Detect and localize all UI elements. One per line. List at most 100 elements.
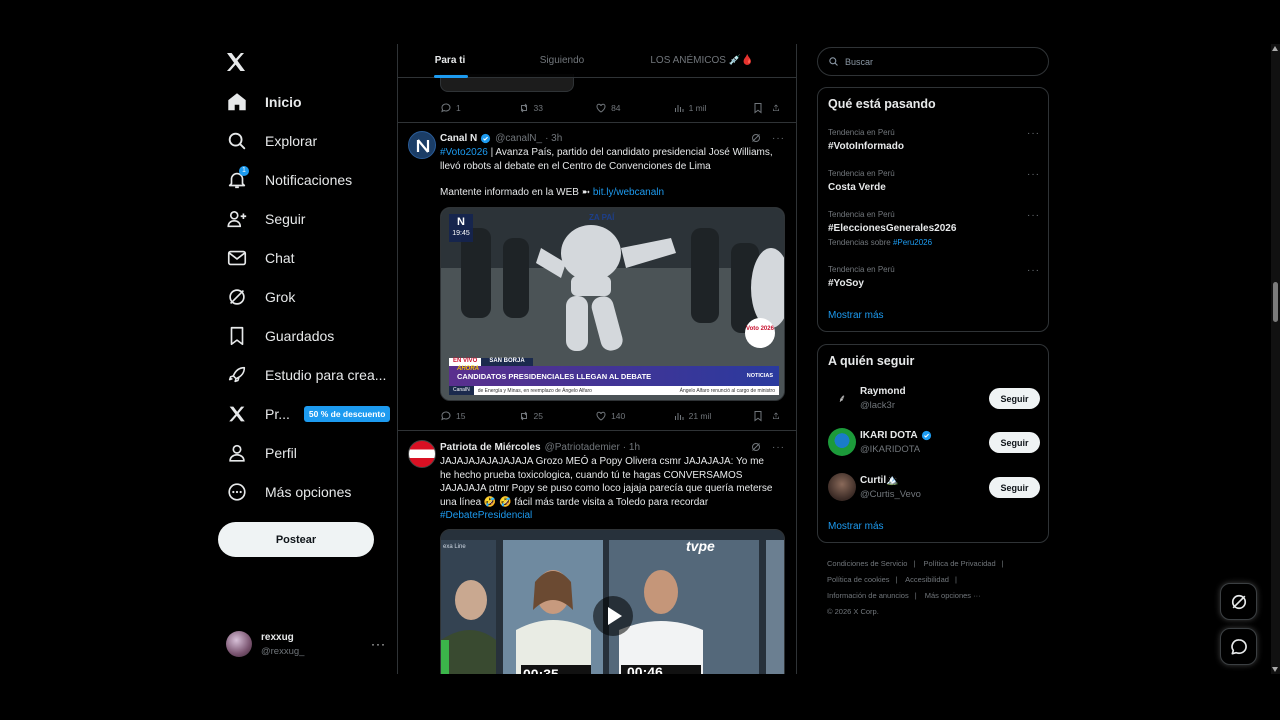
tweet-time[interactable]: · 3h bbox=[545, 133, 562, 144]
follow-suggestion[interactable]: ⸙ Raymond @lack3r Seguir bbox=[828, 383, 1040, 413]
footer-more-link[interactable]: Más opciones ··· bbox=[925, 591, 981, 600]
divider bbox=[398, 122, 796, 123]
repost-button[interactable]: 25 bbox=[518, 410, 596, 422]
reply-icon bbox=[441, 411, 451, 421]
scroll-up-arrow-icon[interactable] bbox=[1272, 46, 1278, 51]
footer-link[interactable]: Accesibilidad bbox=[905, 575, 949, 584]
follow-name: Curtil🏔️ bbox=[860, 474, 899, 486]
account-switcher[interactable]: rexxug @rexxug_ ··· bbox=[226, 629, 386, 659]
avatar[interactable] bbox=[408, 440, 436, 468]
follow-button[interactable]: Seguir bbox=[989, 388, 1040, 409]
bookmark-button[interactable] bbox=[752, 410, 772, 422]
nav-item-chat[interactable]: Chat bbox=[218, 240, 393, 276]
trend-item[interactable]: Tendencia en Perú #YoSoy ··· bbox=[828, 265, 1040, 289]
notification-badge: 1 bbox=[239, 166, 249, 176]
nav-item-mas-opciones[interactable]: Más opciones bbox=[218, 474, 393, 510]
trend-item[interactable]: Tendencia en Perú #VotoInformado ··· bbox=[828, 128, 1040, 152]
search-box[interactable] bbox=[817, 47, 1049, 76]
tab-siguiendo[interactable]: Siguiendo bbox=[502, 44, 622, 78]
hashtag-link[interactable]: #DebatePresidencial bbox=[440, 510, 532, 521]
tweet-author-name[interactable]: Patriota de Miércoles bbox=[440, 442, 541, 453]
tweet-video[interactable]: tvpe exa Line 00:35 00:46 bbox=[440, 529, 785, 674]
scrollbar-thumb[interactable] bbox=[1273, 282, 1278, 322]
views-button[interactable]: 1 mil bbox=[673, 102, 753, 114]
nav-item-estudio[interactable]: Estudio para crea... bbox=[218, 357, 393, 393]
trend-meta: Tendencia en Perú bbox=[828, 169, 895, 178]
bookmark-button[interactable] bbox=[752, 102, 772, 114]
reply-button[interactable]: 15 bbox=[440, 410, 518, 422]
footer-link[interactable]: Condiciones de Servicio bbox=[827, 559, 907, 568]
page-scrollbar[interactable] bbox=[1271, 44, 1280, 674]
more-icon[interactable]: ··· bbox=[772, 442, 785, 453]
left-sidebar: Inicio Explorar 1 Notificaciones Seguir … bbox=[218, 44, 398, 674]
nav-item-explorar[interactable]: Explorar bbox=[218, 123, 393, 159]
more-icon[interactable]: ··· bbox=[1027, 265, 1040, 276]
verified-badge-icon bbox=[481, 133, 491, 143]
nav-item-premium[interactable]: Pr... 50 % de descuento bbox=[218, 396, 393, 432]
footer-link[interactable]: Política de cookies bbox=[827, 575, 890, 584]
tweet-author-handle[interactable]: @Patriotademier bbox=[545, 442, 620, 453]
tab-label: Siguiendo bbox=[539, 55, 585, 66]
tweet-video[interactable]: ZA PAÍ N 19:45 Voto 2026 EN VIVO SAN BOR… bbox=[440, 207, 785, 401]
repost-button[interactable]: 33 bbox=[518, 102, 596, 114]
nav-item-guardados[interactable]: Guardados bbox=[218, 318, 393, 354]
views-count: 1 mil bbox=[688, 103, 707, 113]
play-icon[interactable] bbox=[593, 596, 633, 636]
channel-tag: exa Line bbox=[443, 544, 466, 550]
tweet-body-2: 🤣 fácil más tarde visita a Toledo para r… bbox=[499, 496, 709, 508]
x-logo-icon[interactable] bbox=[224, 50, 248, 74]
follow-name-row: IKARI DOTA bbox=[860, 430, 932, 441]
live-tag: EN VIVO bbox=[449, 358, 482, 366]
hashtag-link[interactable]: #Voto2026 bbox=[440, 147, 488, 158]
trend-item[interactable]: Tendencia en Perú #EleccionesGenerales20… bbox=[828, 210, 1040, 247]
trend-related-link[interactable]: #Peru2026 bbox=[893, 238, 932, 247]
share-button[interactable] bbox=[772, 102, 784, 114]
tweet-time[interactable]: · 1h bbox=[623, 442, 640, 453]
nav-item-perfil[interactable]: Perfil bbox=[218, 435, 393, 471]
nav-label: Estudio para crea... bbox=[265, 367, 387, 383]
more-icon[interactable]: ··· bbox=[1027, 169, 1040, 180]
search-input[interactable] bbox=[845, 56, 1025, 67]
like-button[interactable]: 84 bbox=[595, 102, 673, 114]
scroll-down-arrow-icon[interactable] bbox=[1272, 667, 1278, 672]
web-link[interactable]: bit.ly/webcanaln bbox=[593, 187, 664, 198]
follow-button[interactable]: Seguir bbox=[989, 477, 1040, 498]
grok-icon[interactable] bbox=[750, 132, 762, 144]
share-button[interactable] bbox=[772, 410, 784, 422]
follow-suggestion[interactable]: IKARI DOTA @IKARIDOTA Seguir bbox=[828, 427, 1040, 457]
like-count: 140 bbox=[611, 411, 626, 421]
follow-suggestion[interactable]: Curtil🏔️ @Curtis_Vevo Seguir bbox=[828, 472, 1040, 502]
like-button[interactable]: 140 bbox=[595, 410, 673, 422]
trend-item[interactable]: Tendencia en Perú Costa Verde ··· bbox=[828, 169, 1040, 193]
footer-link[interactable]: Política de Privacidad bbox=[924, 559, 996, 568]
nav-item-seguir[interactable]: Seguir bbox=[218, 201, 393, 237]
nav-item-notificaciones[interactable]: 1 Notificaciones bbox=[218, 162, 393, 198]
tab-los-anemicos[interactable]: LOS ANÉMICOS 💉🩸 bbox=[622, 44, 782, 78]
reply-button[interactable]: 1 bbox=[440, 102, 518, 114]
show-more-link[interactable]: Mostrar más bbox=[828, 521, 884, 532]
more-icon[interactable]: ··· bbox=[1027, 210, 1040, 221]
channel-tag: NOTICIAS bbox=[746, 373, 773, 379]
trend-meta: Tendencia en Perú bbox=[828, 128, 895, 137]
views-button[interactable]: 21 mil bbox=[673, 410, 753, 422]
follow-button[interactable]: Seguir bbox=[989, 432, 1040, 453]
show-more-link[interactable]: Mostrar más bbox=[828, 310, 884, 321]
tweet-actions: 1 33 84 1 mil bbox=[440, 100, 784, 116]
grok-icon[interactable] bbox=[750, 441, 762, 453]
person-add-icon bbox=[226, 208, 248, 230]
reply-count: 15 bbox=[456, 411, 466, 421]
footer-link[interactable]: Información de anuncios bbox=[827, 591, 909, 600]
nav-item-inicio[interactable]: Inicio bbox=[218, 84, 393, 120]
tweet-author-handle[interactable]: @canalN_ bbox=[495, 133, 542, 144]
more-icon[interactable]: ··· bbox=[772, 133, 785, 144]
grok-floating-button[interactable] bbox=[1220, 583, 1257, 620]
chat-floating-button[interactable] bbox=[1220, 628, 1257, 665]
more-icon[interactable]: ··· bbox=[371, 637, 386, 651]
mail-icon bbox=[226, 247, 248, 269]
tab-para-ti[interactable]: Para ti bbox=[398, 44, 502, 78]
more-icon[interactable]: ··· bbox=[1027, 128, 1040, 139]
avatar[interactable] bbox=[408, 131, 436, 159]
tweet-author-name[interactable]: Canal N bbox=[440, 133, 477, 144]
nav-item-grok[interactable]: Grok bbox=[218, 279, 393, 315]
post-button[interactable]: Postear bbox=[218, 522, 374, 557]
